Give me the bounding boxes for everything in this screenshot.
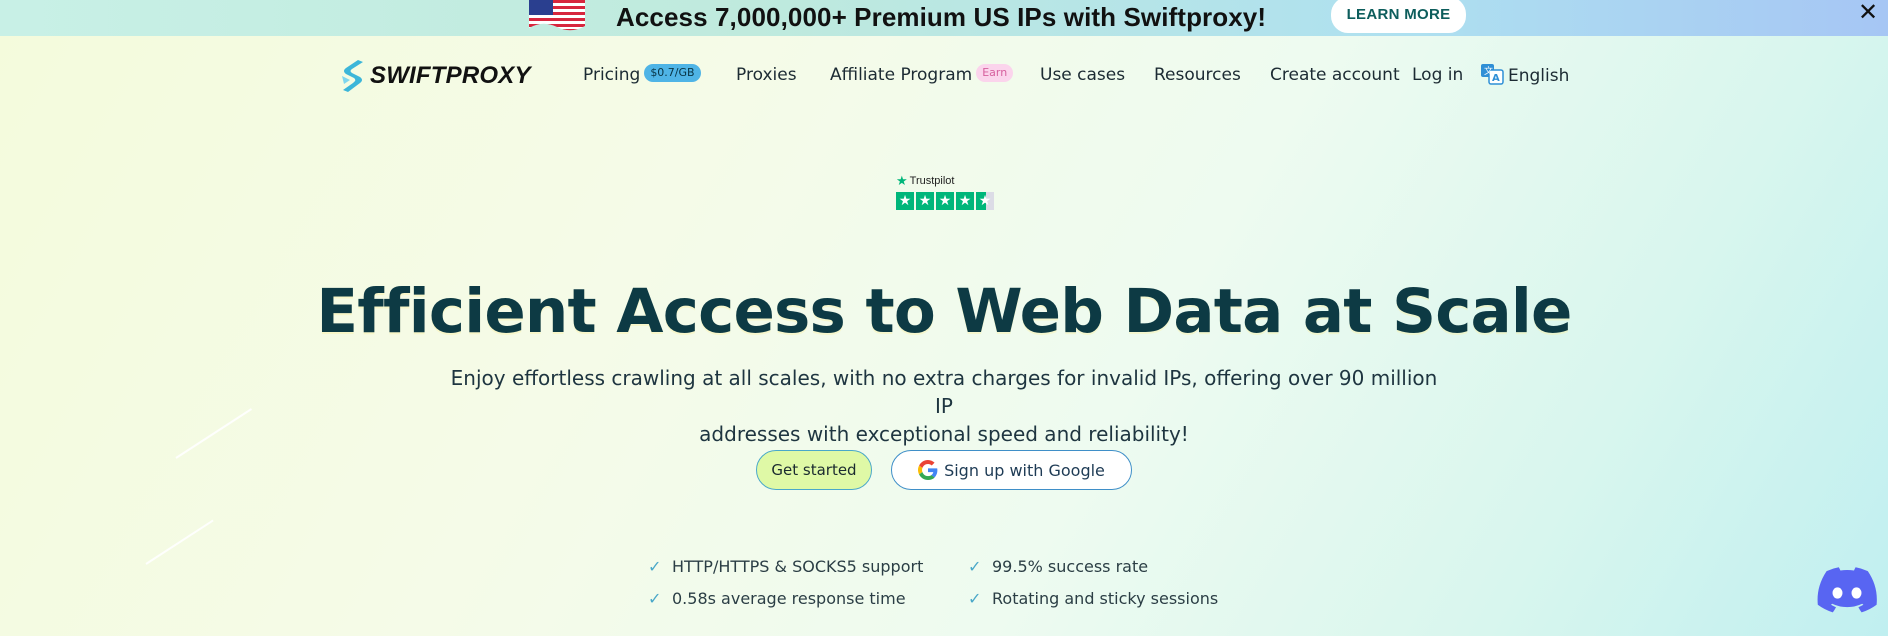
- hero-subtitle-line-1: Enjoy effortless crawling at all scales,…: [450, 366, 1438, 418]
- main-nav: SWIFTPROXY Pricing $0.7/GB Proxies Affili…: [0, 36, 1888, 116]
- hero-title: Efficient Access to Web Data at Scale: [316, 276, 1572, 347]
- feature-item: ✓ 0.58s average response time: [648, 588, 906, 610]
- feature-item: ✓ 99.5% success rate: [968, 556, 1148, 578]
- nav-affiliate[interactable]: Affiliate Program Earn: [830, 64, 1014, 86]
- feature-label: HTTP/HTTPS & SOCKS5 support: [672, 557, 924, 576]
- promo-banner: Access 7,000,000+ Premium US IPs with Sw…: [0, 0, 1888, 36]
- trustpilot-rating: ★ ★ ★ ★ ★: [896, 192, 996, 210]
- star-icon: ★: [916, 192, 934, 210]
- trustpilot-widget[interactable]: ★ Trustpilot ★ ★ ★ ★ ★: [896, 173, 996, 210]
- nav-use-cases[interactable]: Use cases: [1040, 64, 1125, 86]
- google-icon: [918, 460, 938, 480]
- feature-item: ✓ Rotating and sticky sessions: [968, 588, 1218, 610]
- trustpilot-star-icon: ★: [896, 173, 908, 188]
- nav-affiliate-label: Affiliate Program: [830, 65, 973, 85]
- close-icon[interactable]: ✕: [1858, 0, 1880, 24]
- get-started-button[interactable]: Get started: [756, 450, 872, 490]
- language-label: English: [1508, 66, 1570, 86]
- trustpilot-label: Trustpilot: [909, 175, 955, 187]
- google-signup-label: Sign up with Google: [944, 460, 1105, 480]
- svg-text:A: A: [1492, 73, 1500, 84]
- nav-proxies[interactable]: Proxies: [736, 64, 797, 86]
- nav-language[interactable]: 文 A English: [1480, 64, 1569, 88]
- star-icon: ★: [956, 192, 974, 210]
- hero-subtitle: Enjoy effortless crawling at all scales,…: [444, 364, 1444, 448]
- logo-text: SWIFTPROXY: [370, 62, 531, 89]
- nav-create-account[interactable]: Create account: [1270, 64, 1400, 86]
- feature-item: ✓ HTTP/HTTPS & SOCKS5 support: [648, 556, 923, 578]
- feature-label: 0.58s average response time: [672, 589, 906, 608]
- learn-more-button[interactable]: LEARN MORE: [1331, 0, 1466, 33]
- check-icon: ✓: [648, 589, 662, 608]
- banner-headline: Access 7,000,000+ Premium US IPs with Sw…: [616, 2, 1267, 32]
- feature-label: 99.5% success rate: [992, 557, 1149, 576]
- star-icon: ★: [936, 192, 954, 210]
- decorative-streak: [145, 519, 214, 565]
- discord-icon[interactable]: [1817, 567, 1877, 615]
- us-flag-icon: [529, 0, 585, 31]
- swiftproxy-logo-icon: [342, 60, 363, 92]
- translate-icon: 文 A: [1481, 64, 1504, 85]
- google-signup-button[interactable]: Sign up with Google: [891, 450, 1132, 490]
- check-icon: ✓: [968, 589, 982, 608]
- check-icon: ✓: [648, 557, 662, 576]
- logo[interactable]: SWIFTPROXY: [338, 56, 531, 96]
- star-icon: ★: [896, 192, 914, 210]
- half-star-icon: ★: [976, 192, 994, 210]
- nav-pricing-label: Pricing: [583, 65, 641, 85]
- nav-pricing[interactable]: Pricing $0.7/GB: [583, 64, 701, 86]
- nav-login[interactable]: Log in: [1412, 64, 1463, 86]
- check-icon: ✓: [968, 557, 982, 576]
- feature-label: Rotating and sticky sessions: [992, 589, 1219, 608]
- hero-subtitle-line-2: addresses with exceptional speed and rel…: [699, 422, 1189, 446]
- earn-badge: Earn: [976, 64, 1014, 82]
- decorative-streak: [175, 408, 253, 459]
- price-badge: $0.7/GB: [644, 64, 701, 82]
- nav-resources[interactable]: Resources: [1154, 64, 1241, 86]
